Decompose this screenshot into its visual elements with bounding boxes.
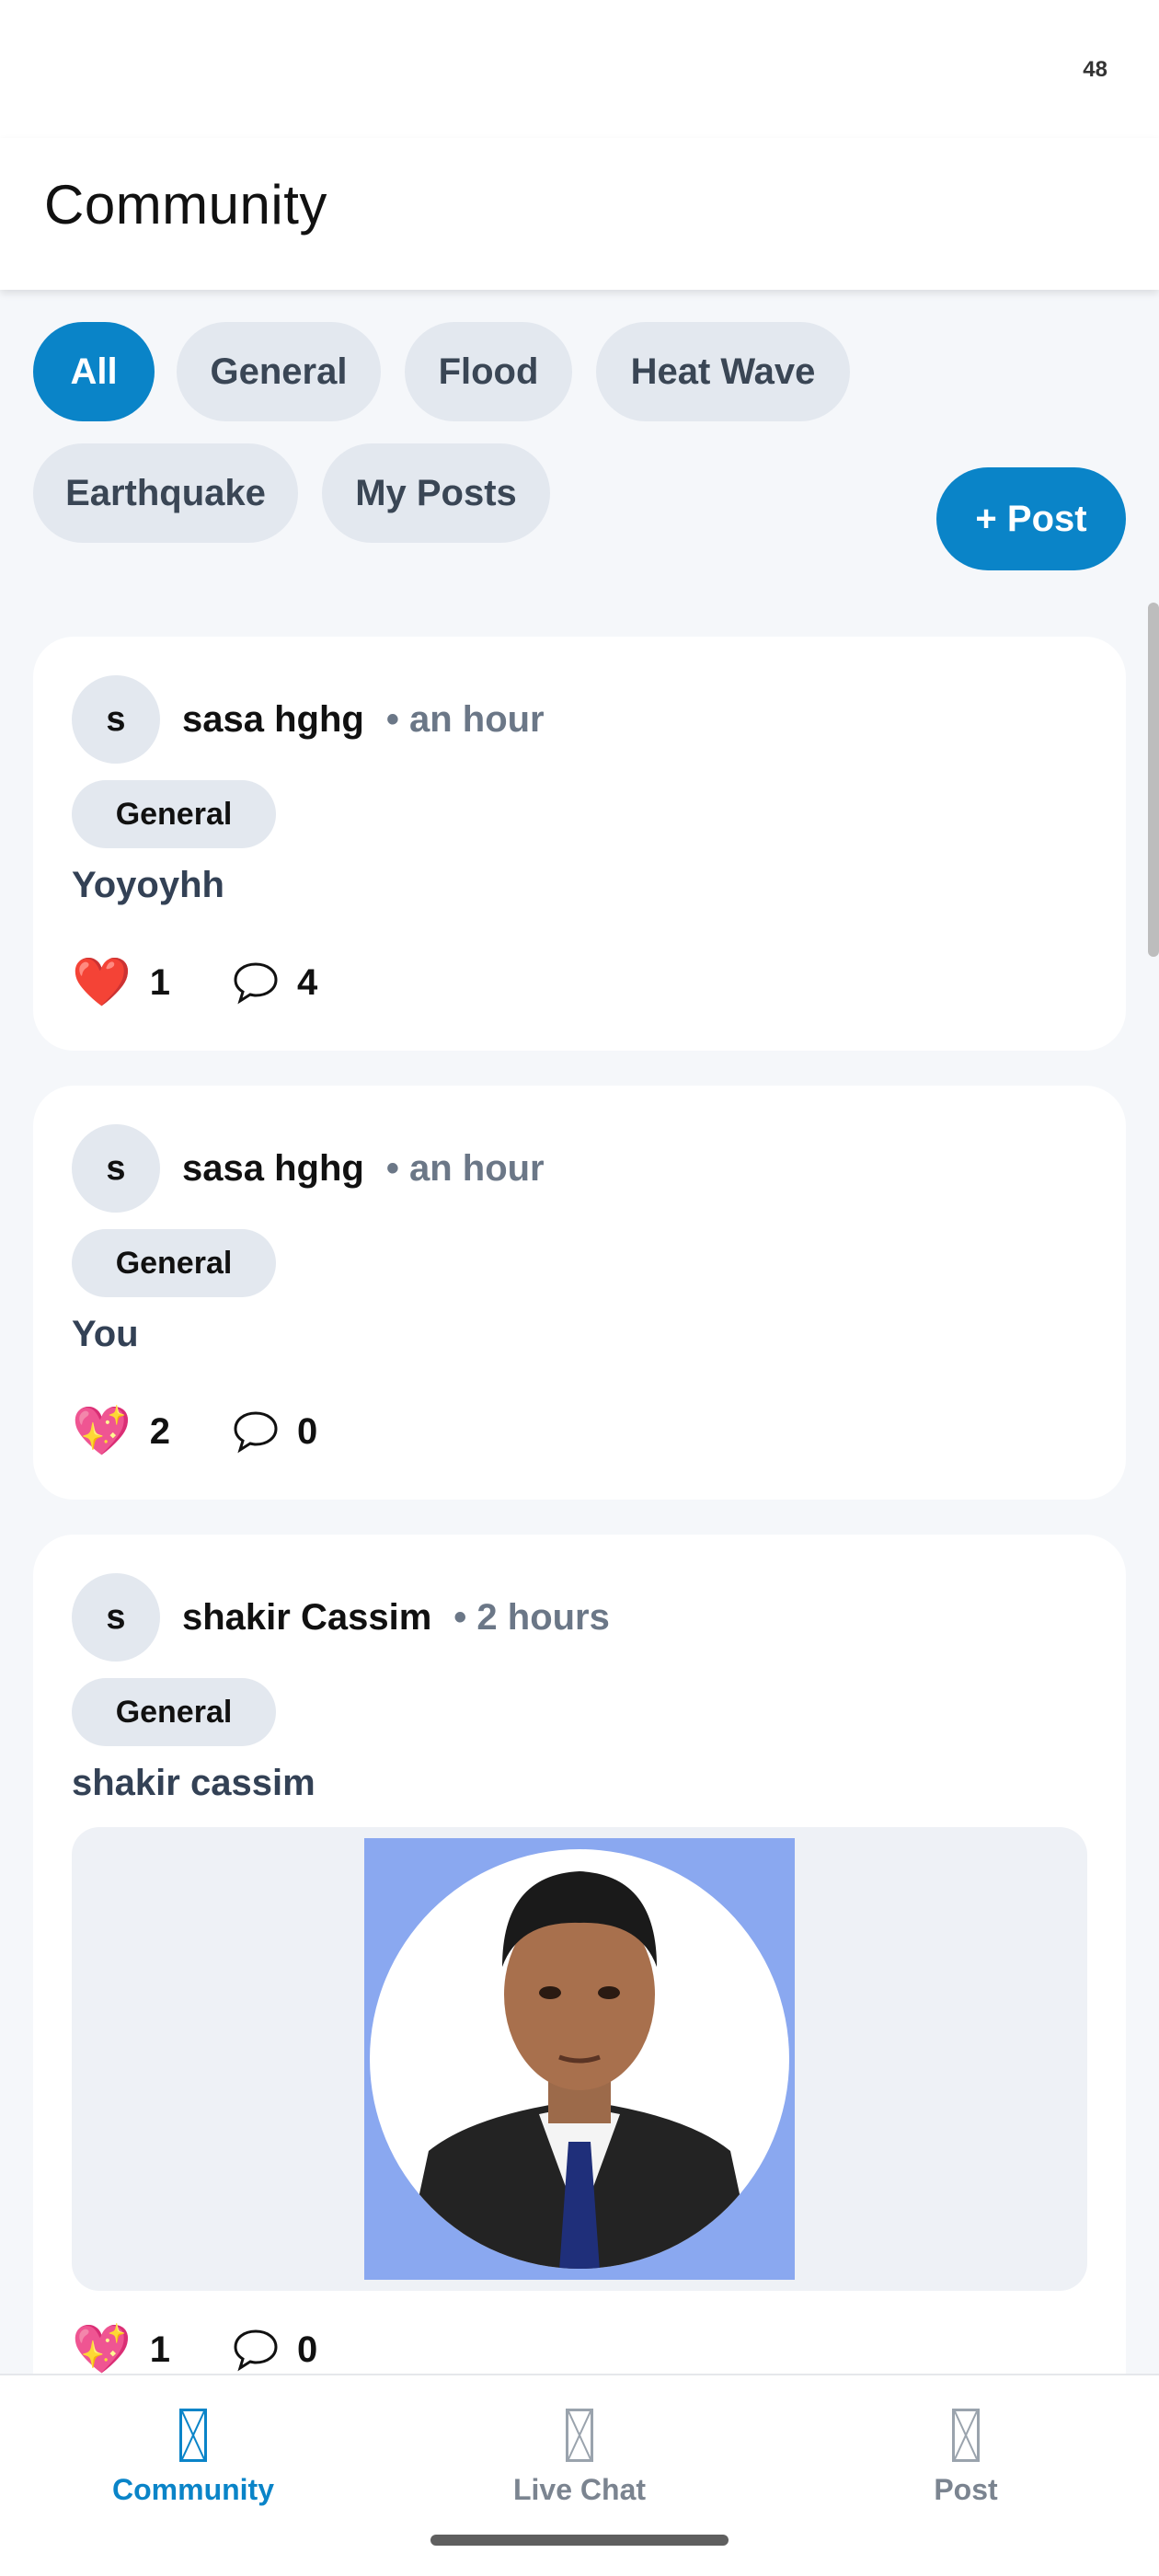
- like-button[interactable]: ❤️ 1: [72, 959, 170, 1006]
- post-actions: 💖 1 0: [72, 2326, 380, 2374]
- post-card[interactable]: s sasa hghg • an hour General Yoyoyhh ❤️…: [33, 637, 1126, 1051]
- like-count: 2: [149, 1410, 170, 1452]
- status-bar: 48: [0, 0, 1159, 138]
- post-card[interactable]: s shakir Cassim • 2 hours General shakir…: [33, 1535, 1126, 2374]
- comment-bubble-icon: [234, 962, 278, 1005]
- nav-tab-post[interactable]: Post: [828, 2409, 1104, 2507]
- post-header: s sasa hghg • an hour: [72, 675, 545, 764]
- like-button[interactable]: 💖 2: [72, 1408, 170, 1455]
- sparkling-heart-icon: 💖: [72, 2323, 132, 2374]
- post-image-frame[interactable]: [72, 1827, 1087, 2291]
- comment-count: 0: [297, 2329, 318, 2370]
- avatar[interactable]: s: [72, 1573, 160, 1662]
- like-count: 1: [149, 961, 170, 1003]
- comment-bubble-icon: [234, 2329, 278, 2372]
- post-author[interactable]: shakir Cassim: [182, 1597, 431, 1639]
- new-post-button[interactable]: + Post: [936, 467, 1126, 570]
- post-time: • 2 hours: [453, 1596, 610, 1638]
- scrollbar[interactable]: [1148, 603, 1159, 957]
- post-header: s sasa hghg • an hour: [72, 1124, 545, 1213]
- status-number: 48: [1083, 57, 1107, 82]
- comment-button[interactable]: 0: [233, 2327, 317, 2373]
- missing-glyph-icon: [179, 2409, 207, 2462]
- filter-chip-earthquake[interactable]: Earthquake: [33, 443, 298, 543]
- nav-label: Live Chat: [512, 2473, 647, 2506]
- post-header: s shakir Cassim • 2 hours: [72, 1573, 610, 1662]
- post-category-tag: General: [72, 1229, 276, 1297]
- filter-chip-my-posts[interactable]: My Posts: [322, 443, 550, 543]
- portrait-image: [364, 1838, 795, 2280]
- nav-label: Post: [934, 2473, 998, 2506]
- post-card[interactable]: s sasa hghg • an hour General You 💖 2 0: [33, 1086, 1126, 1500]
- post-actions: 💖 2 0: [72, 1408, 380, 1455]
- comment-button[interactable]: 0: [233, 1409, 317, 1455]
- comment-count: 4: [297, 961, 318, 1003]
- nav-label: Community: [112, 2473, 274, 2506]
- missing-glyph-icon: [952, 2409, 980, 2462]
- post-time: • an hour: [385, 1147, 545, 1189]
- post-photo[interactable]: [364, 1838, 795, 2280]
- post-time: • an hour: [385, 698, 545, 740]
- home-indicator[interactable]: [430, 2535, 729, 2546]
- sparkling-heart-icon: 💖: [72, 1405, 132, 1458]
- nav-tab-community[interactable]: Community: [55, 2409, 331, 2507]
- comment-button[interactable]: 4: [233, 960, 317, 1006]
- post-author[interactable]: sasa hghg: [182, 1148, 364, 1190]
- filter-chip-all[interactable]: All: [33, 322, 155, 421]
- missing-glyph-icon: [566, 2409, 593, 2462]
- like-count: 1: [149, 2329, 170, 2370]
- avatar[interactable]: s: [72, 1124, 160, 1213]
- post-actions: ❤️ 1 4: [72, 959, 380, 1006]
- filter-chip-heat-wave[interactable]: Heat Wave: [596, 322, 850, 421]
- filter-chip-flood[interactable]: Flood: [405, 322, 572, 421]
- nav-tab-live-chat[interactable]: Live Chat: [442, 2409, 717, 2507]
- like-button[interactable]: 💖 1: [72, 2326, 170, 2374]
- page-title: Community: [44, 174, 327, 236]
- post-category-tag: General: [72, 780, 276, 848]
- filter-chip-general[interactable]: General: [177, 322, 381, 421]
- post-text: You: [72, 1314, 139, 1354]
- post-text: Yoyoyhh: [72, 865, 224, 905]
- post-feed[interactable]: s sasa hghg • an hour General Yoyoyhh ❤️…: [33, 637, 1126, 2374]
- bottom-navigation: Community Live Chat Post: [0, 2374, 1159, 2576]
- avatar[interactable]: s: [72, 675, 160, 764]
- heart-icon: ❤️: [72, 956, 132, 1009]
- comment-bubble-icon: [234, 1411, 278, 1454]
- post-text: shakir cassim: [72, 1763, 316, 1803]
- app-header: Community: [0, 138, 1159, 290]
- post-category-tag: General: [72, 1678, 276, 1746]
- comment-count: 0: [297, 1410, 318, 1452]
- post-author[interactable]: sasa hghg: [182, 699, 364, 741]
